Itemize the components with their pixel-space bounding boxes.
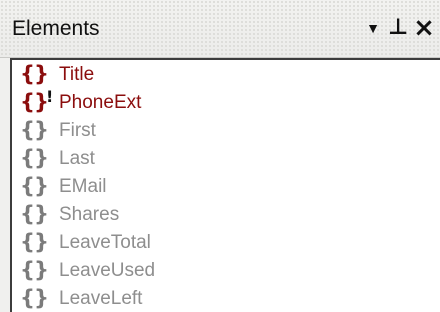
element-marker: ! — [46, 87, 54, 106]
element-braces-icon: {} — [20, 230, 49, 254]
elements-panel: Elements ▼ ⊥ × {} Title {} ! PhoneExt {}… — [0, 0, 440, 312]
list-item[interactable]: {} Shares — [12, 200, 440, 228]
element-label: LeaveUsed — [59, 260, 156, 281]
list-item[interactable]: {} LeaveLeft — [12, 284, 440, 312]
element-label: PhoneExt — [59, 92, 142, 113]
element-braces-icon: {} — [20, 118, 49, 142]
list-item[interactable]: {} Title — [12, 60, 440, 88]
element-braces-icon: {} — [20, 90, 49, 114]
list-item[interactable]: {} LeaveTotal — [12, 228, 440, 256]
element-label: Shares — [59, 204, 120, 225]
element-braces-icon: {} — [20, 202, 49, 226]
element-label: LeaveTotal — [59, 232, 151, 253]
list-item[interactable]: {} LeaveUsed — [12, 256, 440, 284]
panel-title: Elements — [12, 17, 100, 40]
element-label: First — [59, 120, 96, 141]
element-braces-icon: {} — [20, 62, 49, 86]
list-item[interactable]: {} Last — [12, 144, 440, 172]
element-label: EMail — [59, 176, 107, 197]
element-list[interactable]: {} Title {} ! PhoneExt {} First {} Last … — [10, 58, 440, 312]
list-item[interactable]: {} First — [12, 116, 440, 144]
element-label: Last — [59, 148, 95, 169]
panel-titlebar[interactable]: Elements ▼ ⊥ × — [0, 0, 440, 58]
dropdown-arrow-icon[interactable]: ▼ — [360, 13, 386, 43]
element-braces-icon: {} — [20, 286, 49, 310]
list-item[interactable]: {} ! PhoneExt — [12, 88, 440, 116]
close-icon[interactable]: × — [410, 13, 438, 43]
element-label: Title — [59, 64, 95, 85]
pin-icon[interactable]: ⊥ — [386, 13, 410, 43]
element-label: LeaveLeft — [59, 288, 143, 309]
element-braces-icon: {} — [20, 146, 49, 170]
element-braces-icon: {} — [20, 174, 49, 198]
list-item[interactable]: {} EMail — [12, 172, 440, 200]
element-braces-icon: {} — [20, 258, 49, 282]
